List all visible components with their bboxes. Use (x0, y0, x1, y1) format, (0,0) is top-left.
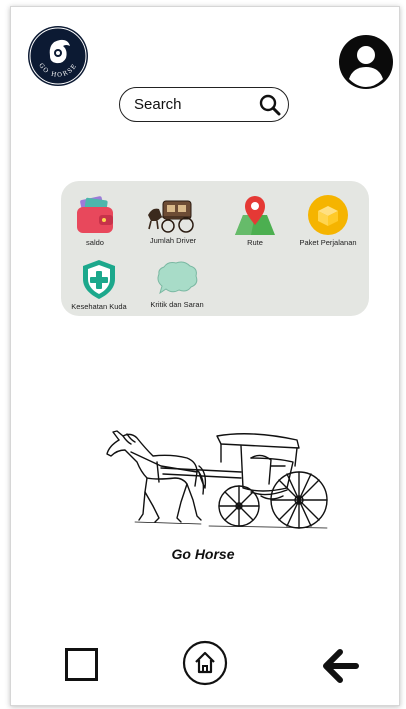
app-logo: GO HORSE (28, 26, 88, 86)
search-icon[interactable] (258, 93, 282, 117)
wallet-icon (77, 196, 113, 233)
menu-label-rute: Rute (247, 238, 263, 247)
menu-label-jumlah-driver: Jumlah Driver (149, 236, 197, 245)
menu-item-kesehatan-kuda[interactable]: Kesehatan Kuda (59, 257, 139, 311)
menu-item-paket-perjalanan[interactable]: Paket Perjalanan (288, 193, 368, 247)
menu-item-jumlah-driver[interactable]: Jumlah Driver (133, 195, 213, 245)
menu-label-saldo: saldo (86, 238, 104, 247)
menu-label-paket-perjalanan: Paket Perjalanan (299, 238, 357, 247)
search-bar[interactable]: Search (119, 87, 289, 122)
menu-label-kesehatan-kuda: Kesehatan Kuda (71, 302, 127, 311)
menu-item-rute[interactable]: Rute (215, 191, 295, 247)
menu-item-kritik-dan-saran[interactable]: Kritik dan Saran (137, 259, 217, 309)
logo-text: GO HORSE (37, 62, 77, 79)
carriage-icon (148, 200, 194, 233)
app-caption: Go Horse (171, 546, 235, 562)
health-shield-icon (83, 260, 115, 299)
home-icon[interactable] (182, 640, 228, 686)
chat-bubble-icon (157, 261, 198, 295)
package-icon (308, 195, 348, 235)
user-avatar-icon (339, 35, 393, 89)
svg-text:GO HORSE: GO HORSE (37, 62, 78, 79)
horse-carriage-illustration (106, 430, 328, 529)
menu-label-kritik-dan-saran: Kritik dan Saran (150, 300, 204, 309)
menu-panel: saldo Jumlah Driver Rute Paket Perjalana… (61, 181, 369, 316)
menu-item-saldo[interactable]: saldo (55, 193, 135, 247)
map-pin-icon (235, 196, 275, 235)
recent-apps-button[interactable] (65, 648, 98, 681)
search-label: Search (134, 96, 182, 113)
back-arrow-icon[interactable] (320, 647, 360, 685)
profile-avatar[interactable] (337, 33, 395, 91)
